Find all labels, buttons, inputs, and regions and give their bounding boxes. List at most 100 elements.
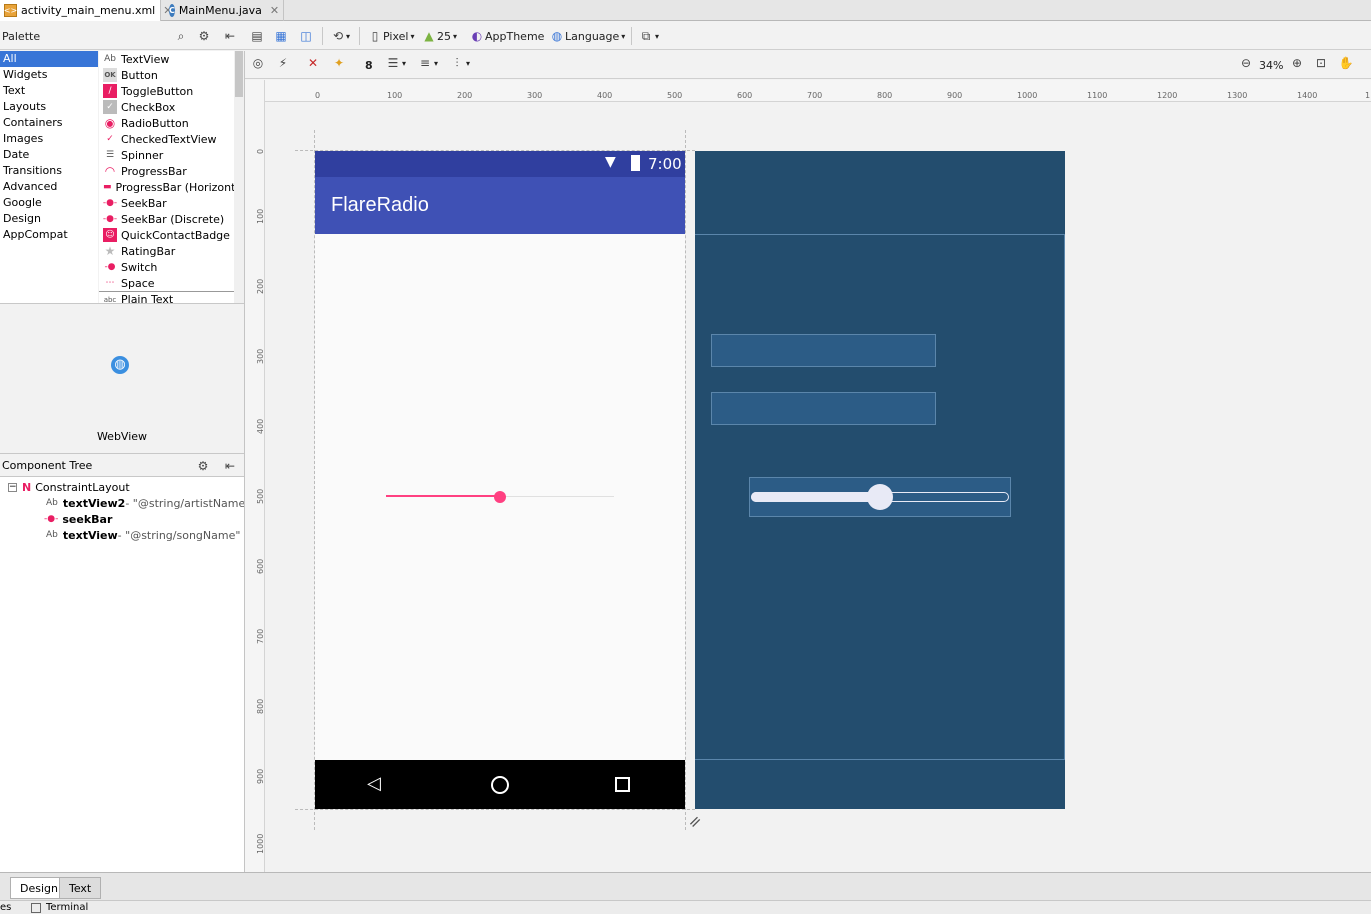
radiobutton-icon: ◉: [104, 116, 116, 130]
tab-text[interactable]: Text: [59, 877, 102, 899]
zoom-out-icon[interactable]: ⊖: [1238, 55, 1254, 71]
palette-item-button[interactable]: OK Button: [99, 67, 234, 83]
align-icon[interactable]: ≡: [417, 55, 433, 71]
both-surfaces-icon[interactable]: ◫: [298, 28, 314, 44]
tree-node-root[interactable]: − N ConstraintLayout: [8, 479, 130, 495]
tab-mainmenu-java[interactable]: C MainMenu.java ✕: [165, 0, 284, 21]
palette-item-textview[interactable]: Ab TextView: [99, 51, 234, 67]
palette-category-date[interactable]: Date: [0, 147, 98, 163]
blueprint-preview[interactable]: [695, 151, 1065, 809]
palette-category-all[interactable]: All: [0, 51, 98, 67]
seekbar-thumb[interactable]: [494, 491, 506, 503]
tree-node-seekbar[interactable]: -●- seekBar: [44, 511, 112, 527]
theme-selector[interactable]: ◐ AppTheme: [469, 26, 545, 46]
collapse-icon[interactable]: ⇤: [222, 28, 238, 44]
palette-category-advanced[interactable]: Advanced: [0, 179, 98, 195]
zoom-in-icon[interactable]: ⊕: [1289, 55, 1305, 71]
palette-item-checkbox[interactable]: ✓ CheckBox: [99, 99, 234, 115]
tree-node-textview[interactable]: Ab textView - "@string/songName": [46, 527, 240, 543]
default-margin-value[interactable]: 8: [365, 55, 373, 75]
palette-category-design[interactable]: Design: [0, 211, 98, 227]
component-tree-title: Component Tree: [2, 459, 93, 472]
collapse-toggle-icon[interactable]: −: [8, 482, 17, 492]
tool-window-label[interactable]: es: [0, 902, 11, 913]
layout-variants-icon[interactable]: ⧉: [638, 28, 654, 44]
tab-label: MainMenu.java: [178, 4, 262, 17]
palette-item-plaintext[interactable]: abc Plain Text: [99, 291, 234, 303]
palette-item-seekbar-discrete[interactable]: -●- SeekBar (Discrete): [99, 211, 234, 227]
tree-node-textview2[interactable]: Ab textView2 - "@string/artistName": [46, 495, 250, 511]
palette-item-togglebutton[interactable]: / ToggleButton: [99, 83, 234, 99]
blueprint-navbar-line: [695, 759, 1065, 760]
palette-item-label: ProgressBar: [121, 164, 187, 178]
phone-icon: ▯: [371, 29, 379, 43]
api-level-label: 25: [437, 29, 451, 43]
blueprint-seekbar-thumb[interactable]: [867, 484, 893, 510]
textview-icon: Ab: [46, 498, 58, 508]
globe-icon: ◍: [551, 29, 563, 43]
chevron-down-icon[interactable]: ▾: [655, 26, 659, 46]
pack-icon[interactable]: ☰: [385, 55, 401, 71]
language-selector[interactable]: ◍ Language ▾: [549, 26, 626, 46]
collapse-icon[interactable]: ⇤: [222, 458, 238, 474]
palette-scrollbar[interactable]: [234, 51, 244, 303]
palette-category-text[interactable]: Text: [0, 83, 98, 99]
search-icon[interactable]: ⌕: [173, 28, 189, 44]
zoom-to-fit-icon[interactable]: ⊡: [1313, 55, 1329, 71]
palette-item-seekbar[interactable]: -●- SeekBar: [99, 195, 234, 211]
infer-constraints-icon[interactable]: ✦: [331, 55, 347, 71]
guidelines-icon[interactable]: ⫶: [449, 55, 465, 71]
palette-category-images[interactable]: Images: [0, 131, 98, 147]
device-selector[interactable]: ▯ Pixel ▾: [367, 26, 415, 46]
blueprint-seekbar[interactable]: [749, 477, 1011, 517]
chevron-down-icon[interactable]: ▾: [346, 26, 350, 46]
palette-item-space[interactable]: ⋯ Space: [99, 275, 234, 291]
blueprint-textview[interactable]: [711, 392, 936, 425]
terminal-tab[interactable]: Terminal: [46, 902, 88, 913]
palette-item-label: Plain Text: [121, 293, 174, 303]
chevron-down-icon[interactable]: ▾: [434, 53, 438, 73]
palette-category-layouts[interactable]: Layouts: [0, 99, 98, 115]
palette-item-progressbar-horizontal[interactable]: ▬ ProgressBar (Horizonta: [99, 179, 234, 195]
palette-item-quickcontactbadge[interactable]: ☺ QuickContactBadge: [99, 227, 234, 243]
blueprint-textview2[interactable]: [711, 334, 936, 367]
wifi-icon: ▼: [605, 154, 616, 170]
chevron-down-icon[interactable]: ▾: [402, 53, 406, 73]
palette-item-spinner[interactable]: ☰ Spinner: [99, 147, 234, 163]
show-constraints-icon[interactable]: ◎: [250, 55, 266, 71]
ruler-label: 900: [947, 91, 963, 100]
autoconnect-icon[interactable]: ⚡: [275, 55, 291, 71]
palette-item-checkedtextview[interactable]: ✓ CheckedTextView: [99, 131, 234, 147]
design-surface-icon[interactable]: ▤: [249, 28, 265, 44]
horizontal-ruler: 0 100 200 300 400 500 600 700 800 900 10…: [265, 80, 1371, 102]
tab-activity-main-menu[interactable]: <> activity_main_menu.xml ✕: [0, 0, 172, 21]
phone-preview[interactable]: [315, 151, 685, 809]
scrollbar-thumb[interactable]: [235, 51, 243, 97]
palette-category-appcompat[interactable]: AppCompat: [0, 227, 98, 243]
ruler-label: 700: [256, 628, 265, 644]
progressbar-horizontal-icon: ▬: [103, 182, 112, 192]
orientation-icon[interactable]: ⟲: [330, 28, 346, 44]
palette-category-widgets[interactable]: Widgets: [0, 67, 98, 83]
gear-icon[interactable]: ⚙: [196, 28, 212, 44]
palette-item-ratingbar[interactable]: ★ RatingBar: [99, 243, 234, 259]
palette-item-label: ProgressBar (Horizonta: [115, 180, 234, 194]
clear-constraints-icon[interactable]: ✕: [305, 55, 321, 71]
palette-item-switch[interactable]: -● Switch: [99, 259, 234, 275]
palette-item-label: Switch: [121, 260, 158, 274]
palette-item-progressbar[interactable]: ◠ ProgressBar: [99, 163, 234, 179]
api-level-selector[interactable]: ▲ 25 ▾: [421, 26, 457, 46]
pan-hand-icon[interactable]: ✋: [1338, 55, 1354, 71]
blueprint-icon[interactable]: ▦: [273, 28, 289, 44]
checkedtextview-icon: ✓: [106, 134, 114, 144]
gear-icon[interactable]: ⚙: [195, 458, 211, 474]
palette-category-google[interactable]: Google: [0, 195, 98, 211]
palette-category-containers[interactable]: Containers: [0, 115, 98, 131]
palette-item-radiobutton[interactable]: ◉ RadioButton: [99, 115, 234, 131]
palette-item-label: RadioButton: [121, 116, 189, 130]
space-icon: ⋯: [105, 278, 115, 288]
palette-category-transitions[interactable]: Transitions: [0, 163, 98, 179]
close-icon[interactable]: ✕: [270, 4, 279, 17]
chevron-down-icon[interactable]: ▾: [466, 53, 470, 73]
ruler-label: 600: [737, 91, 753, 100]
